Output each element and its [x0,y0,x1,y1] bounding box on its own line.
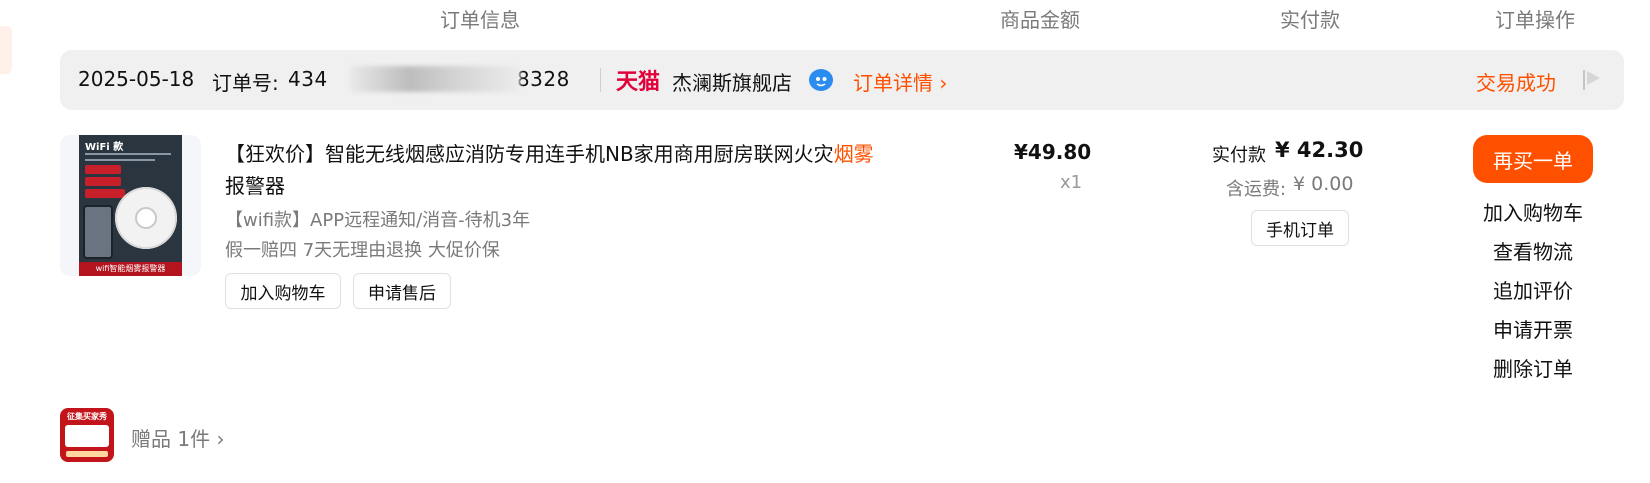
item-add-to-cart-button[interactable]: 加入购物车 [225,273,341,309]
order-number-label: 订单号: [212,71,279,95]
after-sale-button[interactable]: 申请售后 [353,273,451,309]
order-number-prefix: 434 [288,67,328,91]
product-image-line [85,153,171,155]
product-image-pill [85,165,121,174]
order-date: 2025-05-18 [78,67,195,91]
gift-image-title: 征集买家秀 [67,412,107,421]
product-sku: 【wifi款】APP远程通知/消音-待机3年 [225,210,531,231]
product-title-highlight: 烟雾 [833,142,874,166]
bar-divider [600,68,601,92]
header-operations: 订单操作 [1495,8,1575,32]
header-order-info: 订单信息 [440,8,520,32]
product-image-pill [85,177,121,186]
gift-image[interactable]: 征集买家秀 [60,408,114,462]
product-title-end: 报警器 [225,174,285,198]
request-invoice-link[interactable]: 申请开票 [1453,314,1613,343]
item-quantity: x1 [1060,172,1083,193]
item-price: ¥49.80 [1014,140,1092,164]
shop-name[interactable]: 杰澜斯旗舰店 [672,67,792,96]
product-image-art: WiFi 款 wifi智能烟雾报警器 [79,135,182,276]
shipping-value: ¥ 0.00 [1293,173,1354,195]
product-image[interactable]: WiFi 款 wifi智能烟雾报警器 [60,135,201,276]
order-status: 交易成功 [1476,71,1556,95]
product-image-tag: WiFi 款 [85,142,124,153]
paid-label: 实付款 [1212,145,1266,166]
gift-image-card [65,425,109,447]
smoke-detector-image [115,187,177,249]
left-edge-tab [0,26,12,74]
add-review-link[interactable]: 追加评价 [1453,275,1613,304]
order-detail-link[interactable]: 订单详情 › [853,67,947,96]
delete-order-link[interactable]: 删除订单 [1453,353,1613,382]
product-image-line [85,159,155,161]
flag-icon[interactable] [1581,68,1603,92]
wangwang-chat-icon[interactable] [808,66,834,92]
gift-link[interactable]: 赠品 1件 › [131,423,224,452]
phone-image [83,205,113,259]
order-number-redaction [350,66,520,92]
product-title-main: 【狂欢价】智能无线烟感应消防专用连手机NB家用商用厨房联网火灾 [225,142,834,166]
tmall-logo: 天猫 [616,70,661,95]
paid-value: ¥ 42.30 [1275,138,1364,162]
header-paid: 实付款 [1280,8,1340,32]
header-item-amount: 商品金额 [1000,8,1080,32]
shipping-label: 含运费: [1226,179,1287,200]
gift-image-strip [66,451,108,457]
view-logistics-link[interactable]: 查看物流 [1453,236,1613,265]
mobile-order-button[interactable]: 手机订单 [1251,210,1349,246]
product-image-pill [85,189,125,198]
order-header-bar: 2025-05-18 订单号: 434 38328 天猫 杰澜斯旗舰店 订单详情 … [60,50,1624,110]
product-title[interactable]: 【狂欢价】智能无线烟感应消防专用连手机NB家用商用厨房联网火灾烟雾报警器 [225,138,905,202]
product-image-footer: wifi智能烟雾报警器 [79,262,182,276]
product-guarantee: 假一赔四 7天无理由退换 大促价保 [225,240,500,261]
rebuy-button[interactable]: 再买一单 [1473,135,1593,183]
add-to-cart-link[interactable]: 加入购物车 [1453,197,1613,226]
